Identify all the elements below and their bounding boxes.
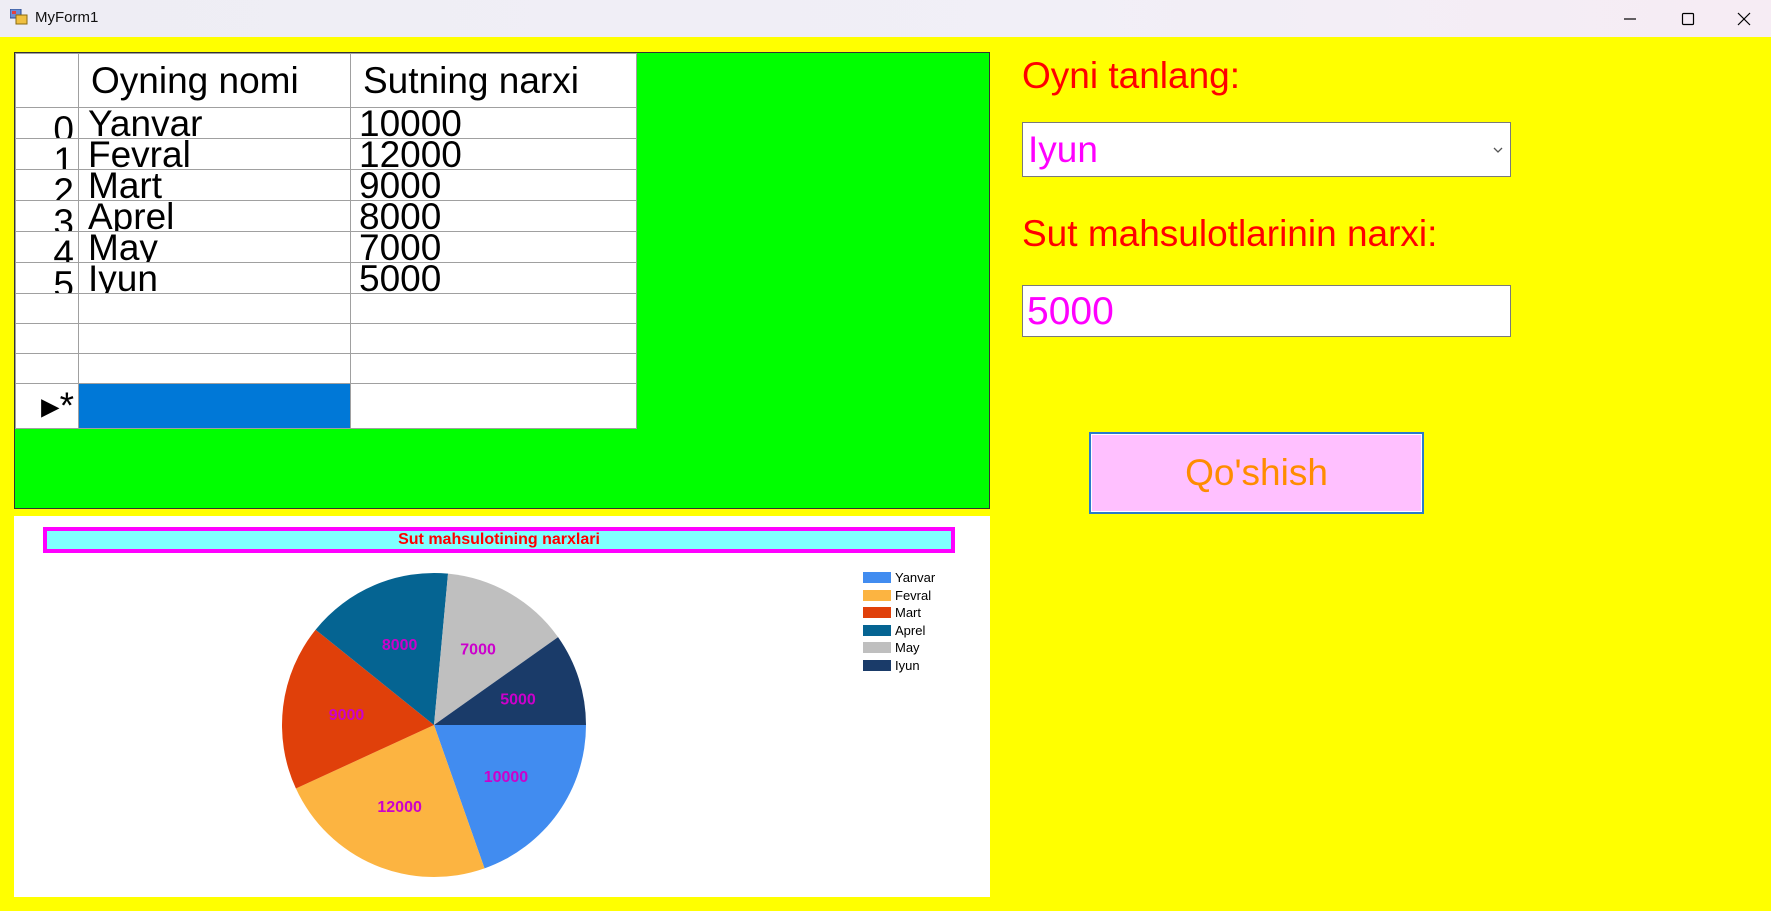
table-row[interactable]: 5 Iyun 5000 bbox=[15, 262, 637, 294]
data-grid[interactable]: Oyning nomi Sutning narxi 0 Yanvar 10000… bbox=[15, 53, 637, 429]
column-header-price[interactable]: Sutning narxi bbox=[350, 53, 637, 108]
pie-chart-panel: 10000 12000 9000 8000 7000 5000 Sut mahsuloti… bbox=[14, 516, 990, 897]
cell-price[interactable]: 9000 bbox=[350, 169, 637, 201]
legend-item: May bbox=[863, 639, 935, 657]
cell-price[interactable] bbox=[350, 323, 637, 354]
chart-title: Sut mahsulotining narxlari bbox=[43, 527, 955, 553]
legend-swatch bbox=[863, 607, 891, 619]
month-combobox[interactable]: Iyun bbox=[1022, 122, 1511, 177]
legend-swatch bbox=[863, 572, 891, 584]
close-icon bbox=[1737, 12, 1751, 25]
cell-month[interactable]: Yanvar bbox=[78, 107, 351, 139]
cell-month[interactable]: Iyun bbox=[78, 262, 351, 294]
chevron-down-icon[interactable] bbox=[1492, 145, 1504, 155]
table-row[interactable]: 3 Aprel 8000 bbox=[15, 200, 637, 232]
table-row-empty[interactable] bbox=[15, 353, 637, 384]
cell-month[interactable] bbox=[78, 293, 351, 324]
column-header-month[interactable]: Oyning nomi bbox=[78, 53, 351, 108]
legend-label: Mart bbox=[895, 605, 921, 621]
maximize-icon bbox=[1681, 12, 1695, 25]
legend-label: Aprel bbox=[895, 622, 926, 638]
minimize-icon bbox=[1624, 17, 1636, 20]
table-row[interactable]: 2 Mart 9000 bbox=[15, 169, 637, 201]
add-button[interactable]: Qo'shish bbox=[1089, 432, 1424, 514]
row-header[interactable]: 5 bbox=[15, 262, 79, 294]
legend-swatch bbox=[863, 659, 891, 671]
cell-price[interactable] bbox=[350, 383, 637, 429]
pie-data-label: 10000 bbox=[484, 769, 529, 786]
cell-price[interactable]: 12000 bbox=[350, 138, 637, 170]
legend-swatch bbox=[863, 624, 891, 636]
pie-data-label: 5000 bbox=[500, 691, 536, 708]
row-header[interactable] bbox=[15, 323, 79, 354]
row-header[interactable] bbox=[15, 353, 79, 384]
select-month-label: Oyni tanlang: bbox=[1022, 55, 1241, 96]
price-input[interactable]: 5000 bbox=[1022, 285, 1511, 337]
new-row[interactable]: ▸* bbox=[15, 383, 637, 429]
row-header[interactable]: 1 bbox=[15, 138, 79, 170]
cell-price[interactable] bbox=[350, 353, 637, 384]
cell-month[interactable]: May bbox=[78, 231, 351, 263]
cell-month-selected[interactable] bbox=[78, 383, 351, 429]
pie-data-label: 9000 bbox=[329, 707, 365, 724]
table-row[interactable]: 1 Fevral 12000 bbox=[15, 138, 637, 170]
pie-data-label: 8000 bbox=[382, 637, 418, 654]
grid-corner-header[interactable] bbox=[15, 53, 79, 108]
cell-price[interactable]: 5000 bbox=[350, 262, 637, 294]
title-bar: MyForm1 bbox=[0, 0, 1771, 37]
close-button[interactable] bbox=[1716, 0, 1771, 37]
table-row-empty[interactable] bbox=[15, 323, 637, 354]
maximize-button[interactable] bbox=[1660, 0, 1716, 37]
legend-label: Yanvar bbox=[895, 570, 936, 586]
cell-month[interactable]: Fevral bbox=[78, 138, 351, 170]
table-row[interactable]: 0 Yanvar 10000 bbox=[15, 107, 637, 139]
minimize-button[interactable] bbox=[1602, 0, 1658, 37]
pie-data-label: 12000 bbox=[377, 799, 422, 816]
row-header[interactable]: 0 bbox=[15, 107, 79, 139]
row-header[interactable]: 2 bbox=[15, 169, 79, 201]
legend-label: Iyun bbox=[895, 657, 920, 673]
cell-price[interactable]: 7000 bbox=[350, 231, 637, 263]
window-title: MyForm1 bbox=[35, 9, 99, 26]
row-header[interactable] bbox=[15, 293, 79, 324]
price-label: Sut mahsulotlarinin narxi: bbox=[1022, 213, 1438, 254]
cell-month[interactable] bbox=[78, 323, 351, 354]
cell-price[interactable]: 10000 bbox=[350, 107, 637, 139]
legend-item: Yanvar bbox=[863, 569, 935, 587]
legend-item: Fevral bbox=[863, 587, 935, 605]
cell-month[interactable] bbox=[78, 353, 351, 384]
legend-swatch bbox=[863, 642, 891, 654]
pie-data-label: 7000 bbox=[460, 642, 496, 659]
new-row-indicator[interactable]: ▸* bbox=[15, 383, 79, 429]
table-row[interactable]: 4 May 7000 bbox=[15, 231, 637, 263]
legend-item: Aprel bbox=[863, 622, 935, 640]
cell-month[interactable]: Mart bbox=[78, 169, 351, 201]
legend-label: May bbox=[895, 640, 920, 656]
cell-price[interactable]: 8000 bbox=[350, 200, 637, 232]
legend-item: Iyun bbox=[863, 657, 935, 675]
combobox-value: Iyun bbox=[1028, 129, 1098, 170]
app-icon bbox=[10, 9, 28, 25]
legend-item: Mart bbox=[863, 604, 935, 622]
cell-price[interactable] bbox=[350, 293, 637, 324]
cell-month[interactable]: Aprel bbox=[78, 200, 351, 232]
data-grid-panel: Oyning nomi Sutning narxi 0 Yanvar 10000… bbox=[14, 52, 990, 509]
chart-legend: Yanvar Fevral Mart Aprel May Iyun bbox=[863, 569, 935, 674]
legend-label: Fevral bbox=[895, 587, 932, 603]
row-header[interactable]: 4 bbox=[15, 231, 79, 263]
legend-swatch bbox=[863, 589, 891, 601]
table-row-empty[interactable] bbox=[15, 293, 637, 324]
price-input-value: 5000 bbox=[1027, 290, 1114, 333]
pie-chart: 10000 12000 9000 8000 7000 5000 bbox=[282, 573, 586, 877]
row-header[interactable]: 3 bbox=[15, 200, 79, 232]
